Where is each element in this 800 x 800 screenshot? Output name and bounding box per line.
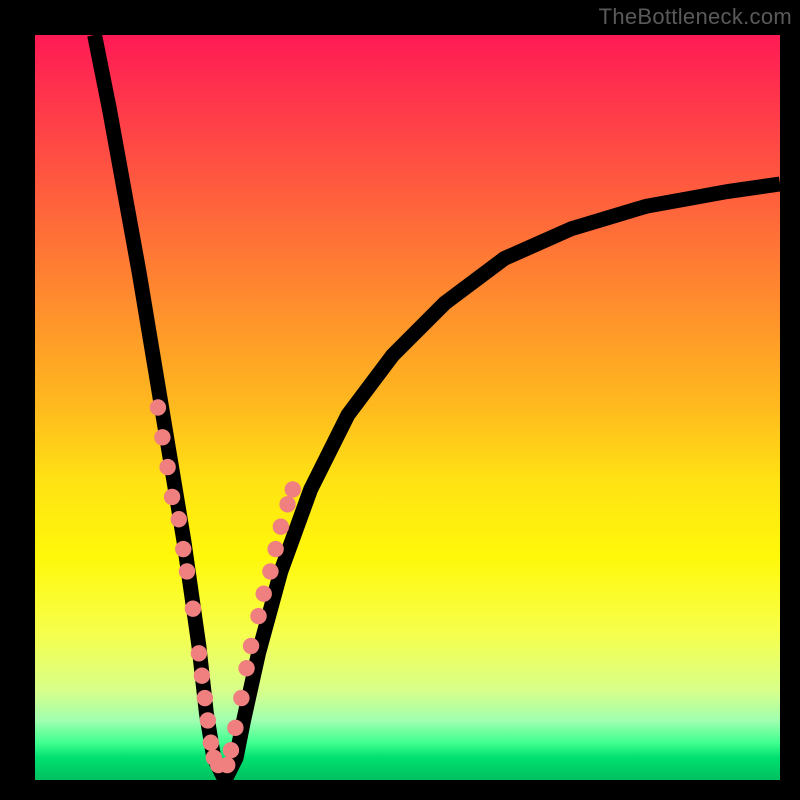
data-dot bbox=[191, 645, 207, 661]
data-dot bbox=[262, 563, 278, 579]
data-dot bbox=[203, 735, 219, 751]
data-dot bbox=[171, 511, 187, 527]
data-dot bbox=[175, 541, 191, 557]
data-dot bbox=[227, 720, 243, 736]
data-dot bbox=[197, 690, 213, 706]
chart-outer-frame: TheBottleneck.com bbox=[0, 0, 800, 800]
chart-svg-layer bbox=[35, 35, 780, 780]
data-dot bbox=[250, 608, 266, 624]
data-dot bbox=[223, 742, 239, 758]
bottleneck-curve bbox=[95, 35, 780, 773]
data-dot bbox=[179, 563, 195, 579]
data-dot bbox=[256, 586, 272, 602]
data-dot bbox=[200, 712, 216, 728]
data-dot bbox=[238, 660, 254, 676]
data-dot bbox=[150, 399, 166, 415]
data-dot bbox=[194, 668, 210, 684]
data-dot bbox=[273, 519, 289, 535]
data-dot bbox=[159, 459, 175, 475]
watermark-text: TheBottleneck.com bbox=[599, 4, 792, 30]
data-dot bbox=[185, 600, 201, 616]
data-dot bbox=[243, 638, 259, 654]
plot-area bbox=[35, 35, 780, 780]
data-dot bbox=[219, 757, 235, 773]
data-dot bbox=[285, 481, 301, 497]
data-dot bbox=[233, 690, 249, 706]
v-curve-path bbox=[95, 35, 780, 773]
data-dot bbox=[164, 489, 180, 505]
data-dot bbox=[154, 429, 170, 445]
data-dot bbox=[267, 541, 283, 557]
data-dot bbox=[279, 496, 295, 512]
